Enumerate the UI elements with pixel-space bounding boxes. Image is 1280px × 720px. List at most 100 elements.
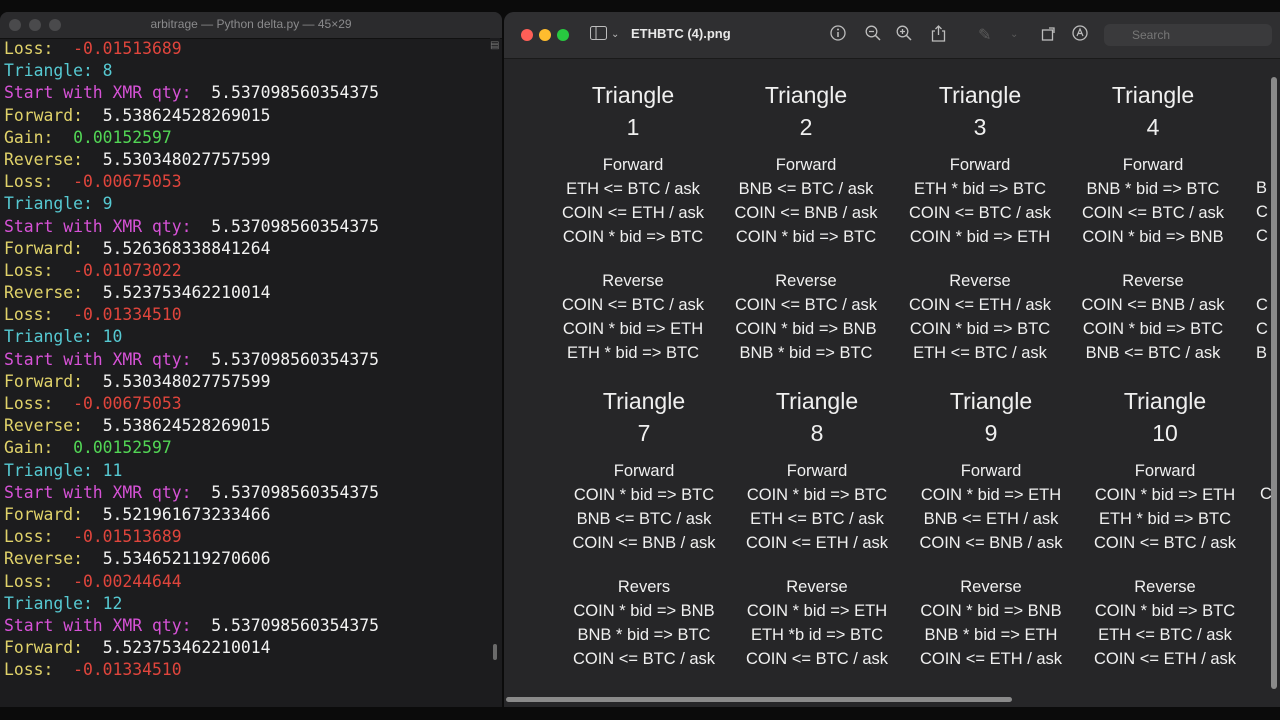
terminal-line: Reverse: 5.538624528269015: [4, 415, 488, 437]
terminal-line-label: Forward:: [4, 238, 103, 258]
terminal-line-label: Triangle: 9: [4, 194, 113, 214]
reverse-step: COIN <= ETH / ask: [919, 650, 1063, 668]
preview-toolbar[interactable]: ⌄ ETHBTC (4).png ✎ ⌄ ⚲: [504, 12, 1280, 59]
forward-step: COIN * bid => ETH: [909, 228, 1051, 246]
terminal-scrollbar[interactable]: ▤: [490, 38, 500, 707]
reverse-step: COIN * bid => BTC: [909, 320, 1051, 338]
reverse-step: COIN * bid => ETH: [746, 602, 888, 620]
terminal-line-label: Start with XMR qty:: [4, 349, 212, 369]
reverse-step: COIN <= BNB / ask: [1081, 296, 1225, 314]
forward-step: BNB <= BTC / ask: [738, 180, 874, 198]
reverse-step: ETH *b id => BTC: [750, 626, 884, 644]
partial-step: B: [1256, 344, 1268, 362]
markup-pen-icon[interactable]: ✎: [978, 25, 991, 45]
close-button[interactable]: [521, 29, 533, 41]
reverse-label: Reverse: [1122, 272, 1184, 290]
image-canvas[interactable]: Triangle 1 Forward ETH <= BTC / ask COIN <= …: [504, 59, 1280, 707]
forward-step: COIN <= ETH / ask: [745, 534, 889, 552]
search-input[interactable]: [1104, 24, 1272, 46]
triangle-block: Triangle 10 Forward COIN * bid => ETH ETH * …: [1080, 385, 1250, 671]
terminal-line-value: 5.530348027757599: [102, 371, 271, 391]
forward-label: Forward: [613, 462, 675, 480]
partial-step: C: [1256, 227, 1268, 245]
triangle-block: Triangle 1 Forward ETH <= BTC / ask COIN <= …: [548, 79, 718, 365]
forward-label: Forward: [1134, 462, 1196, 480]
terminal-line-label: Triangle: 12: [4, 593, 123, 613]
forward-step: COIN * bid => BTC: [735, 228, 877, 246]
forward-step: COIN <= BTC / ask: [908, 204, 1052, 222]
forward-step: BNB <= ETH / ask: [923, 510, 1059, 528]
document-title: ETHBTC (4).png: [631, 26, 731, 41]
triangle-number: 7: [637, 420, 651, 446]
terminal-line: Loss: -0.01334510: [4, 659, 488, 681]
terminal-line-value: 5.537098560354375: [211, 482, 379, 502]
terminal-line: Forward: 5.530348027757599: [4, 371, 488, 393]
triangle-number: 2: [799, 114, 813, 140]
terminal-line: Reverse: 5.523753462210014: [4, 282, 488, 304]
terminal-line-label: Start with XMR qty:: [4, 615, 212, 635]
reverse-step: COIN <= BTC / ask: [745, 650, 889, 668]
reverse-step: COIN * bid => BNB: [920, 602, 1062, 620]
reverse-step: COIN * bid => ETH: [562, 320, 704, 338]
terminal-line: Start with XMR qty: 5.537098560354375: [4, 349, 488, 371]
reverse-label: Reverse: [1134, 578, 1196, 596]
triangle-block: Triangle 8 Forward COIN * bid => BTC ETH <= …: [732, 385, 902, 671]
preview-window[interactable]: ⌄ ETHBTC (4).png ✎ ⌄ ⚲ Triangle 1 Forward E…: [504, 12, 1280, 707]
info-icon[interactable]: [830, 25, 846, 46]
forward-step: COIN <= BTC / ask: [1093, 534, 1237, 552]
terminal-line-value: -0.01334510: [73, 305, 182, 325]
terminal-line-label: Reverse:: [4, 283, 103, 303]
terminal-line: Loss: -0.01513689: [4, 526, 488, 548]
reverse-step: COIN <= ETH / ask: [1093, 650, 1237, 668]
terminal-line-label: Start with XMR qty:: [4, 216, 212, 236]
triangle-heading: Triangle: [764, 82, 848, 108]
terminal-line-label: Loss:: [4, 571, 74, 591]
terminal-line-value: 0.00152597: [73, 438, 172, 458]
rotate-icon[interactable]: [1041, 25, 1057, 46]
terminal-line: Loss: -0.00244644: [4, 571, 488, 593]
terminal-title: arbitrage — Python delta.py — 45×29: [150, 17, 352, 31]
terminal-line: Forward: 5.521961673233466: [4, 504, 488, 526]
terminal-window[interactable]: arbitrage — Python delta.py — 45×29 Loss…: [0, 12, 502, 707]
triangle-block: Triangle 2 Forward BNB <= BTC / ask COIN <= …: [721, 79, 891, 365]
terminal-line-value: 5.537098560354375: [211, 216, 379, 236]
terminal-line: Gain: 0.00152597: [4, 127, 488, 149]
reverse-step: ETH <= BTC / ask: [1098, 626, 1232, 644]
horizontal-scrollbar[interactable]: [506, 697, 1012, 702]
terminal-line-label: Loss:: [4, 260, 74, 280]
reverse-step: COIN <= ETH / ask: [908, 296, 1052, 314]
terminal-titlebar[interactable]: arbitrage — Python delta.py — 45×29: [0, 12, 502, 39]
sidebar-icon[interactable]: [590, 25, 607, 45]
terminal-output[interactable]: Loss: -0.01513689 Triangle: 8 Start with X…: [4, 38, 488, 681]
annotate-icon[interactable]: [1072, 25, 1088, 46]
reverse-step: BNB <= BTC / ask: [1085, 344, 1221, 362]
chevron-down-icon[interactable]: ⌄: [1010, 25, 1018, 45]
reverse-step: ETH <= BTC / ask: [913, 344, 1047, 362]
split-pane-icon[interactable]: ▤: [490, 40, 500, 51]
zoom-out-icon[interactable]: [865, 25, 881, 46]
terminal-line-value: 5.526368338841264: [102, 238, 271, 258]
share-icon[interactable]: [931, 25, 946, 47]
vertical-scrollbar[interactable]: [1271, 77, 1277, 689]
reverse-label: Reverse: [949, 272, 1011, 290]
forward-step: ETH * bid => BTC: [1098, 510, 1232, 528]
terminal-line-value: 5.534652119270606: [102, 549, 271, 569]
minimize-button[interactable]: [539, 29, 551, 41]
terminal-scroll-thumb[interactable]: [493, 644, 497, 660]
terminal-line-label: Reverse:: [4, 416, 103, 436]
forward-step: ETH <= BTC / ask: [750, 510, 884, 528]
forward-step: COIN <= BNB / ask: [919, 534, 1063, 552]
forward-step: COIN * bid => BNB: [1082, 228, 1224, 246]
zoom-in-icon[interactable]: [896, 25, 912, 46]
terminal-line-label: Loss:: [4, 305, 74, 325]
reverse-step: COIN * bid => BTC: [1082, 320, 1224, 338]
forward-step: ETH * bid => BTC: [913, 180, 1047, 198]
terminal-line: Start with XMR qty: 5.537098560354375: [4, 615, 488, 637]
chevron-down-icon[interactable]: ⌄: [611, 25, 619, 45]
forward-step: ETH <= BTC / ask: [566, 180, 700, 198]
zoom-button[interactable]: [557, 29, 569, 41]
forward-step: COIN * bid => BTC: [562, 228, 704, 246]
forward-step: BNB * bid => BTC: [1086, 180, 1220, 198]
reverse-step: COIN * bid => BTC: [1094, 602, 1236, 620]
forward-step: COIN <= ETH / ask: [561, 204, 705, 222]
